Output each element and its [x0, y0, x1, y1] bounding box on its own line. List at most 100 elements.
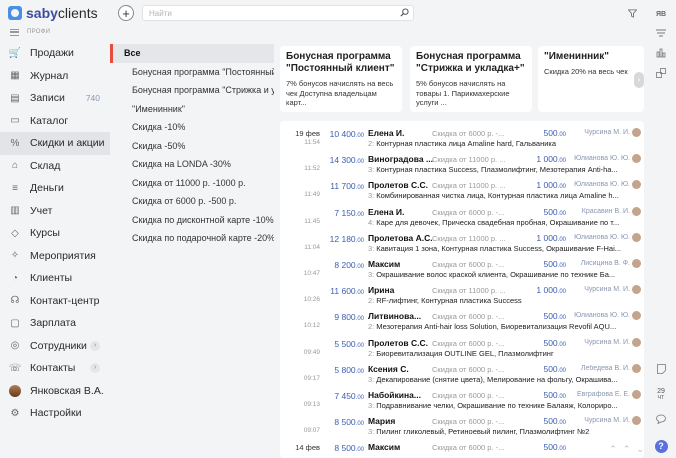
- table-row[interactable]: 09:07 8 500.00 Мария Скидка от 6000 р. -...…: [280, 413, 644, 440]
- chevron-right-icon[interactable]: ›: [90, 340, 100, 351]
- search-box[interactable]: [142, 5, 414, 21]
- table-row[interactable]: 11:04 12 180.00 Пролетова А.С. Скидка от 11…: [280, 230, 644, 257]
- calendar-date-badge[interactable]: 29 ЧТ: [653, 386, 669, 404]
- sidebar-item-14[interactable]: ☏ Контакты ›: [0, 357, 110, 380]
- table-row[interactable]: 10:12 9 800.00 Литвинова... Скидка от 6000 …: [280, 308, 644, 335]
- scroll-top-icon[interactable]: ⌃: [609, 444, 617, 456]
- filter-item[interactable]: Скидка по дисконтной карте -10%: [110, 211, 274, 230]
- filter-icon[interactable]: [628, 9, 637, 18]
- table-row[interactable]: 11:45 7 150.00 Елена И. Скидка от 6000 р. -…: [280, 204, 644, 231]
- chart-icon[interactable]: [653, 46, 669, 60]
- filter-item[interactable]: Скидка от 6000 р. -500 р.: [110, 192, 274, 211]
- logo-icon: [8, 6, 22, 20]
- course-icon: ◇: [11, 227, 19, 239]
- menu-icon[interactable]: [10, 28, 19, 36]
- filter-item[interactable]: Все: [110, 44, 274, 63]
- row-employee[interactable]: Лисицина В. Ф.: [570, 260, 630, 267]
- sidebar-item-12[interactable]: ▢ Зарплата: [0, 312, 110, 335]
- sidebar-item-1[interactable]: ▦ Журнал: [0, 65, 110, 88]
- table-row[interactable]: 10:47 8 200.00 Максим Скидка от 6000 р. -..…: [280, 256, 644, 283]
- row-employee[interactable]: Юлианова Ю. Ю.: [570, 234, 630, 241]
- sidebar-item-9[interactable]: ✧ Мероприятия: [0, 245, 110, 268]
- row-client[interactable]: Ирина: [368, 285, 438, 295]
- profile-label: ПРОФИ: [27, 29, 51, 35]
- sidebar-item-16[interactable]: ⚙ Настройки: [0, 402, 110, 425]
- row-client[interactable]: Елена И.: [368, 128, 438, 138]
- filter-item[interactable]: Бонусная программа "Стрижка и укладка+": [110, 81, 274, 100]
- row-employee[interactable]: Юлианова Ю. Ю.: [570, 312, 630, 319]
- filter-item[interactable]: Скидка -50%: [110, 137, 274, 156]
- row-amount: 7 150.00: [322, 208, 364, 218]
- row-discount-cents: .00: [557, 263, 566, 269]
- row-client[interactable]: Максим: [368, 442, 438, 452]
- scroll-up-icon[interactable]: ⌃: [623, 444, 631, 456]
- sidebar-item-3[interactable]: ▭ Каталог: [0, 110, 110, 133]
- row-amount: 14 300.00: [322, 155, 364, 165]
- filter-item[interactable]: Скидка -10%: [110, 118, 274, 137]
- row-client[interactable]: Мария: [368, 416, 438, 426]
- promo-card[interactable]: "Именинник" Скидка 20% на весь чек: [538, 46, 644, 112]
- filter-item[interactable]: Скидка по подарочной карте -20%: [110, 229, 274, 248]
- row-employee[interactable]: Чурсина М. И.: [570, 417, 630, 424]
- scroll-down-icon[interactable]: ⌄: [636, 444, 644, 456]
- add-button[interactable]: +: [118, 5, 134, 21]
- note-icon[interactable]: [653, 362, 669, 376]
- user-initials[interactable]: ЯВ: [653, 7, 669, 21]
- sidebar-item-0[interactable]: 🛒 Продажи: [0, 42, 110, 65]
- sidebar-item-4[interactable]: % Скидки и акции: [0, 132, 110, 155]
- filter-item[interactable]: Скидка на LONDA -30%: [110, 155, 274, 174]
- sidebar-item-7[interactable]: ▥ Учет: [0, 200, 110, 223]
- profile-row[interactable]: ПРОФИ: [10, 27, 50, 37]
- row-employee[interactable]: Чурсина М. И.: [570, 286, 630, 293]
- row-service-names: Контурная пластика лица Amaline hard, Га…: [376, 139, 557, 148]
- table-row[interactable]: 09:13 7 450.00 Набойкина... Скидка от 6000 …: [280, 387, 644, 414]
- row-client[interactable]: Виноградова ...: [368, 154, 438, 164]
- table-row[interactable]: 09:49 5 500.00 Пролетов С.С. Скидка от 6000…: [280, 335, 644, 362]
- sidebar-item-6[interactable]: ≡ Деньги: [0, 177, 110, 200]
- filter-item[interactable]: Бонусная программа "Постоянный клиент": [110, 63, 274, 82]
- sidebar-item-11[interactable]: ☊ Контакт-центр: [0, 290, 110, 313]
- row-client[interactable]: Максим: [368, 259, 438, 269]
- row-client[interactable]: Набойкина...: [368, 390, 438, 400]
- row-employee[interactable]: Красавин В. И.: [570, 208, 630, 215]
- row-employee[interactable]: Юлианова Ю. Ю.: [570, 155, 630, 162]
- sidebar-item-5[interactable]: ⌂ Склад: [0, 155, 110, 178]
- row-client[interactable]: Литвинова...: [368, 311, 438, 321]
- row-employee[interactable]: Лебедева В. И.: [570, 365, 630, 372]
- row-client[interactable]: Елена И.: [368, 207, 438, 217]
- row-employee[interactable]: Чурсина М. И.: [570, 129, 630, 136]
- table-row[interactable]: 19 фев 11:54 10 400.00 Елена И. Скидка от 60…: [280, 125, 644, 152]
- row-employee[interactable]: Юлианова Ю. Ю.: [570, 181, 630, 188]
- table-row[interactable]: 14 фев 8 500.00 Максим Скидка от 6000 р. -.…: [280, 439, 644, 458]
- row-employee[interactable]: Евграфова Е. Е.: [570, 391, 630, 398]
- sidebar-item-13[interactable]: ◎ Сотрудники ›: [0, 335, 110, 358]
- cart-icon: 🛒: [8, 47, 22, 59]
- promo-cards: Бонусная программа "Постоянный клиент" 7%…: [280, 46, 644, 112]
- row-client[interactable]: Ксения С.: [368, 364, 438, 374]
- filter-item[interactable]: "Именинник": [110, 100, 274, 119]
- promo-card[interactable]: Бонусная программа "Постоянный клиент" 7%…: [280, 46, 402, 112]
- sidebar-item-2[interactable]: ▤ Записи 740: [0, 87, 110, 110]
- chevron-right-icon[interactable]: ›: [90, 363, 100, 374]
- help-icon[interactable]: ?: [653, 439, 669, 453]
- table-row[interactable]: 11:52 14 300.00 Виноградова ... Скидка от 1…: [280, 151, 644, 178]
- sidebar-item-10[interactable]: ◔ Клиенты: [0, 267, 110, 290]
- search-icon[interactable]: [400, 8, 409, 17]
- row-client[interactable]: Пролетов С.С.: [368, 180, 438, 190]
- list-settings-icon[interactable]: [653, 26, 669, 40]
- sidebar-item-15[interactable]: Янковская В.А.: [0, 380, 110, 403]
- table-row[interactable]: 10:26 11 600.00 Ирина Скидка от 11000 р. ..…: [280, 282, 644, 309]
- sidebar-item-8[interactable]: ◇ Курсы: [0, 222, 110, 245]
- row-client[interactable]: Пролетова А.С.: [368, 233, 438, 243]
- search-input[interactable]: [143, 6, 383, 20]
- chat-icon[interactable]: [653, 412, 669, 426]
- filter-item[interactable]: Скидка от 11000 р. -1000 р.: [110, 174, 274, 193]
- table-row[interactable]: 11:49 11 700.00 Пролетов С.С. Скидка от 110…: [280, 177, 644, 204]
- app-logo[interactable]: sabyclients: [8, 4, 98, 22]
- row-employee[interactable]: Чурсина М. И.: [570, 339, 630, 346]
- table-row[interactable]: 09:17 5 800.00 Ксения С. Скидка от 6000 р. …: [280, 361, 644, 388]
- promo-card[interactable]: Бонусная программа "Стрижка и укладка+" 5…: [410, 46, 532, 112]
- row-client[interactable]: Пролетов С.С.: [368, 338, 438, 348]
- cards-scroll-right-button[interactable]: ›: [634, 72, 644, 88]
- link-icon[interactable]: [653, 66, 669, 80]
